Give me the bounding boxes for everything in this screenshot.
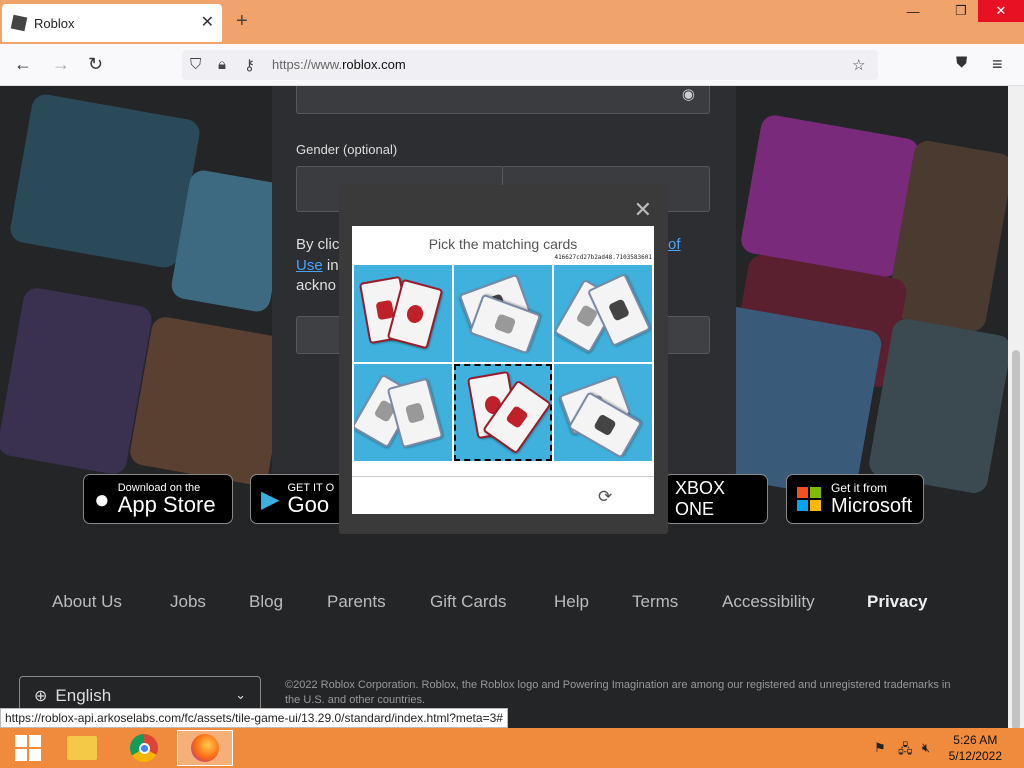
lock-icon[interactable]: 🔒︎ (218, 56, 226, 73)
url-host: roblox.com (342, 57, 406, 72)
desktop: Roblox ✕ + — ❐ ✕ ← → ↻ ⛉ 🔒︎ ⚷ https://ww… (0, 0, 1024, 768)
chrome-icon (130, 734, 158, 762)
captcha-refresh-icon[interactable]: ⟳ (598, 487, 612, 507)
footer-link-terms[interactable]: Terms (632, 592, 678, 612)
microsoft-small: Get it from (831, 481, 888, 495)
key-icon[interactable]: ⚷ (244, 56, 255, 74)
footer-link-help[interactable]: Help (554, 592, 589, 612)
new-tab-button[interactable]: + (236, 10, 248, 33)
captcha-tile-2[interactable] (453, 264, 553, 363)
footer-link-gift-cards[interactable]: Gift Cards (430, 592, 507, 612)
terms-text-start: By clic (296, 236, 340, 253)
captcha-tile-3[interactable] (553, 264, 653, 363)
start-button[interactable] (0, 730, 56, 766)
captcha-tile-grid (353, 264, 653, 462)
xbox-badge[interactable]: XBOX ONE (664, 474, 768, 524)
forward-arrow-icon[interactable]: → (52, 54, 70, 75)
gender-label: Gender (optional) (296, 142, 398, 157)
microsoft-logo-icon (797, 487, 821, 511)
bookmark-star-icon[interactable]: ☆ (852, 56, 865, 74)
tab-close-icon[interactable]: ✕ (201, 12, 214, 32)
footer-link-privacy[interactable]: Privacy (867, 592, 928, 612)
url-text[interactable]: https://www.roblox.com (272, 57, 406, 72)
restore-button[interactable]: ❐ (944, 0, 978, 22)
captcha-tile-6[interactable] (553, 363, 653, 462)
microsoft-badge[interactable]: Get it from Microsoft (786, 474, 924, 524)
copyright-text: ©2022 Roblox Corporation. Roblox, the Ro… (285, 679, 951, 706)
captcha-tile-5[interactable] (453, 363, 553, 462)
language-value: English (55, 686, 112, 705)
system-clock[interactable]: 5:26 AM 5/12/2022 (949, 732, 1002, 764)
xbox-text: XBOX ONE (675, 478, 726, 519)
scrollbar-thumb[interactable] (1012, 350, 1020, 730)
footer-link-jobs[interactable]: Jobs (170, 592, 206, 612)
captcha-tile-4[interactable] (353, 363, 453, 462)
file-explorer-button[interactable] (54, 730, 110, 766)
roblox-favicon-icon (10, 14, 28, 32)
captcha-footer: ⟳ (352, 476, 654, 514)
footer-link-accessibility[interactable]: Accessibility (722, 592, 815, 612)
google-play-icon: ▶ (261, 485, 280, 513)
url-scheme: https://www. (272, 57, 343, 72)
captcha-session-id: 416627cd27b2ad48.7103583601 (554, 254, 652, 261)
google-big: Goo (287, 492, 330, 517)
menu-icon[interactable]: ≡ (992, 54, 1003, 75)
windows-logo-icon (15, 735, 41, 761)
google-play-badge[interactable]: ▶ GET IT O Goo (250, 474, 350, 524)
minimize-button[interactable]: — (896, 0, 930, 22)
pocket-icon[interactable]: ⛊ (956, 54, 967, 71)
captcha-close-icon[interactable]: ✕ (634, 197, 652, 223)
reload-icon[interactable]: ↻ (88, 54, 103, 75)
clock-time: 5:26 AM (953, 733, 998, 747)
eye-icon[interactable]: ◉ (682, 86, 695, 103)
game-tile (128, 314, 292, 488)
game-tile (739, 113, 921, 279)
url-bar[interactable]: ⛉ 🔒︎ ⚷ https://www.roblox.com ☆ (182, 50, 878, 80)
taskbar: ⚑ 🖧︎ 🔇︎ 5:26 AM 5/12/2022 (0, 728, 1024, 768)
close-window-button[interactable]: ✕ (978, 0, 1024, 22)
footer-link-blog[interactable]: Blog (249, 592, 283, 612)
clock-date: 5/12/2022 (948, 749, 1002, 763)
app-store-big: App Store (117, 492, 216, 517)
game-tile (8, 92, 202, 270)
globe-icon: ⊕ (34, 688, 48, 705)
app-store-badge[interactable]: ● Download on the App Store (83, 474, 233, 524)
shield-icon[interactable]: ⛉ (190, 56, 201, 73)
footer-link-parents[interactable]: Parents (327, 592, 386, 612)
firefox-button[interactable] (177, 730, 233, 766)
footer: About Us Jobs Blog Parents Gift Cards He… (0, 554, 1008, 728)
chrome-button[interactable] (116, 730, 172, 766)
apple-icon: ● (94, 483, 110, 514)
microsoft-big: Microsoft (831, 495, 913, 517)
flag-icon[interactable]: ⚑ (874, 740, 886, 756)
password-field[interactable]: ◉ (296, 86, 710, 114)
status-bar-url: https://roblox-api.arkoselabs.com/fc/ass… (0, 708, 508, 728)
chevron-down-icon: ⌄ (235, 687, 246, 702)
terms-text-ackno: ackno (296, 277, 337, 294)
back-arrow-icon[interactable]: ← (14, 54, 32, 75)
tab-roblox[interactable]: Roblox ✕ (2, 4, 222, 42)
navigation-bar: ← → ↻ ⛉ 🔒︎ ⚷ https://www.roblox.com ☆ ⛊ … (0, 44, 1024, 86)
captcha-modal: ✕ Pick the matching cards 416627cd27b2ad… (339, 185, 668, 534)
tab-bar: Roblox ✕ + — ❐ ✕ (0, 0, 1024, 44)
captcha-tile-1[interactable] (353, 264, 453, 363)
terms-text-in: in (322, 257, 339, 274)
page-scrollbar[interactable] (1008, 86, 1024, 730)
tab-title: Roblox (34, 15, 75, 31)
captcha-title: Pick the matching cards (428, 236, 578, 252)
terms-of-use-link[interactable]: Use (296, 257, 323, 274)
folder-icon (67, 736, 97, 760)
terms-link[interactable]: of (668, 236, 681, 253)
volume-muted-icon[interactable]: 🔇︎ (922, 740, 930, 756)
firefox-icon (191, 734, 219, 762)
footer-link-about[interactable]: About Us (52, 592, 122, 612)
captcha-frame: Pick the matching cards 416627cd27b2ad48… (352, 226, 654, 514)
network-icon[interactable]: 🖧︎ (898, 740, 913, 762)
